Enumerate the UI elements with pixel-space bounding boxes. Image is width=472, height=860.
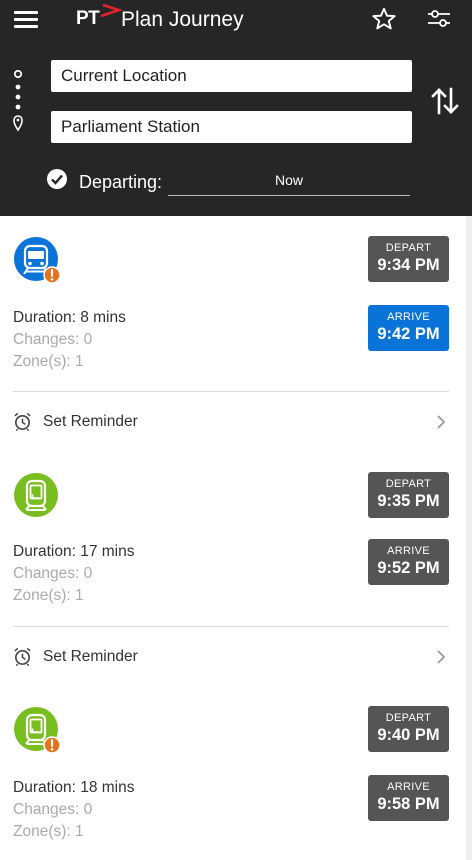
depart-time: 9:34 PM (377, 256, 440, 274)
filter-icon[interactable] (427, 8, 451, 30)
arrive-time: 9:58 PM (377, 795, 440, 813)
alarm-clock-icon (14, 412, 31, 431)
arrive-label: ARRIVE (387, 781, 430, 793)
logo-arrow-icon (100, 3, 122, 18)
arrive-time-badge: ARRIVE 9:42 PM (368, 305, 449, 351)
duration-text: Duration: 17 mins (13, 543, 135, 560)
pt-logo: PT (76, 3, 122, 30)
journey-card[interactable]: DEPART 9:40 PM ARRIVE 9:58 PM Duration: … (0, 686, 466, 860)
arrive-time: 9:42 PM (377, 325, 440, 343)
arrive-label: ARRIVE (387, 545, 430, 557)
arrive-time: 9:52 PM (377, 559, 440, 577)
menu-icon[interactable] (14, 9, 40, 31)
to-location-input[interactable]: Parliament Station (51, 111, 412, 143)
changes-text: Changes: 0 (13, 801, 93, 818)
journey-card[interactable]: DEPART 9:35 PM ARRIVE 9:52 PM Duration: … (0, 452, 466, 686)
depart-label: DEPART (385, 242, 432, 254)
zones-text: Zone(s): 1 (13, 353, 84, 370)
route-dots-icon (13, 70, 23, 132)
depart-label: DEPART (385, 478, 432, 490)
arrive-label: ARRIVE (387, 311, 430, 323)
zones-text: Zone(s): 1 (13, 587, 84, 604)
star-icon[interactable] (371, 6, 397, 32)
departing-time-field[interactable]: Now (168, 168, 410, 196)
arrive-time-badge: ARRIVE 9:58 PM (368, 775, 449, 821)
swap-icon[interactable] (430, 86, 460, 116)
alarm-clock-icon (14, 647, 31, 666)
set-reminder-label: Set Reminder (43, 413, 138, 430)
journey-list: DEPART 9:34 PM ARRIVE 9:42 PM Duration: … (0, 216, 466, 860)
arrive-time-badge: ARRIVE 9:52 PM (368, 539, 449, 585)
logo-text: PT (76, 8, 100, 29)
scrollbar[interactable] (466, 216, 472, 860)
train-icon (14, 237, 61, 284)
depart-time-badge: DEPART 9:34 PM (368, 236, 449, 282)
depart-time-badge: DEPART 9:40 PM (368, 706, 449, 752)
set-reminder-row[interactable]: Set Reminder (0, 627, 466, 683)
changes-text: Changes: 0 (13, 331, 93, 348)
depart-time-badge: DEPART 9:35 PM (368, 472, 449, 518)
journey-card[interactable]: DEPART 9:34 PM ARRIVE 9:42 PM Duration: … (0, 216, 466, 452)
depart-time: 9:35 PM (377, 492, 440, 510)
duration-text: Duration: 18 mins (13, 779, 135, 796)
changes-text: Changes: 0 (13, 565, 93, 582)
tram-icon (14, 707, 61, 754)
chevron-right-icon (437, 415, 446, 429)
set-reminder-label: Set Reminder (43, 648, 138, 665)
top-bar: PT Plan Journey (0, 0, 472, 42)
departing-label: Departing: (79, 172, 163, 192)
depart-label: DEPART (385, 712, 432, 724)
page-title: Plan Journey (121, 8, 244, 31)
header: PT Plan Journey Current Location Parliam… (0, 0, 472, 216)
chevron-right-icon (437, 650, 446, 664)
set-reminder-row[interactable]: Set Reminder (0, 392, 466, 448)
clock-check-icon (47, 169, 67, 189)
zones-text: Zone(s): 1 (13, 823, 84, 840)
app: PT Plan Journey Current Location Parliam… (0, 0, 472, 860)
from-location-input[interactable]: Current Location (51, 60, 412, 92)
tram-icon (14, 473, 58, 517)
duration-text: Duration: 8 mins (13, 309, 126, 326)
depart-time: 9:40 PM (377, 726, 440, 744)
